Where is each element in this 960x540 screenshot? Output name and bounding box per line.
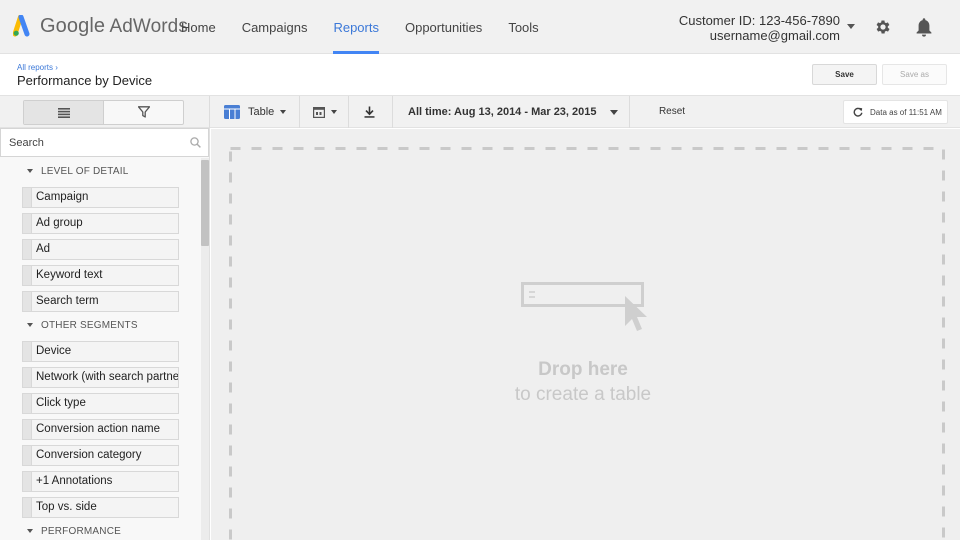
collapse-triangle-icon <box>27 323 33 327</box>
breadcrumb-all-reports[interactable]: All reports › <box>17 63 58 72</box>
collapse-triangle-icon <box>27 169 33 173</box>
nav-reports[interactable]: Reports <box>333 0 379 54</box>
view-type-dropdown[interactable]: Table <box>224 96 287 128</box>
drop-here-subtitle: to create a table <box>514 384 652 405</box>
page-title: Performance by Device <box>17 73 153 88</box>
section-title: OTHER SEGMENTS <box>41 319 138 331</box>
chevron-down-icon <box>331 110 337 114</box>
dimension-chip-conversion-category[interactable]: Conversion category <box>22 445 179 466</box>
data-as-of-label: Data as of 11:51 AM <box>870 107 942 117</box>
data-freshness-badge[interactable]: Data as of 11:51 AM <box>843 100 948 124</box>
search-icon[interactable] <box>190 137 201 148</box>
table-icon <box>224 105 240 119</box>
nav-home[interactable]: Home <box>181 0 216 54</box>
toolbar-divider <box>629 96 630 128</box>
filter-icon <box>138 106 150 118</box>
notifications-bell-icon[interactable] <box>915 17 933 37</box>
download-button[interactable] <box>364 96 375 128</box>
toolbar-divider <box>299 96 300 128</box>
dimension-chip-click-type[interactable]: Click type <box>22 393 179 414</box>
dimension-chip-plus1-annotations[interactable]: +1 Annotations <box>22 471 179 492</box>
report-canvas: Drop here to create a table <box>211 129 960 540</box>
section-other-segments[interactable]: OTHER SEGMENTS <box>27 318 138 332</box>
filters-panel-tab[interactable] <box>104 101 183 124</box>
panel-scrollbar[interactable] <box>201 158 209 540</box>
nav-campaigns[interactable]: Campaigns <box>242 0 308 54</box>
main-nav: Home Campaigns Reports Opportunities Too… <box>181 0 565 54</box>
account-email: username@gmail.com <box>709 28 840 43</box>
search-input[interactable] <box>1 129 186 156</box>
drop-zone[interactable] <box>229 147 945 540</box>
dimension-chip-conversion-action-name[interactable]: Conversion action name <box>22 419 179 440</box>
dimension-chip-device[interactable]: Device <box>22 341 179 362</box>
panel-view-toggle <box>23 100 184 125</box>
dimension-chip-network[interactable]: Network (with search partners) <box>22 367 179 388</box>
collapse-triangle-icon <box>27 529 33 533</box>
adwords-logo[interactable]: Google AdWords <box>13 13 188 39</box>
dimension-search-box <box>0 128 209 157</box>
save-button[interactable]: Save <box>812 64 877 85</box>
view-type-label: Table <box>248 106 275 118</box>
section-level-of-detail[interactable]: LEVEL OF DETAIL <box>27 164 128 178</box>
download-icon <box>364 106 375 118</box>
drop-here-title: Drop here <box>538 359 628 380</box>
gear-icon[interactable] <box>874 18 892 36</box>
account-chevron-down-icon[interactable] <box>847 24 855 29</box>
customer-id: Customer ID: 123-456-7890 <box>678 13 840 28</box>
section-performance[interactable]: PERFORMANCE <box>27 524 121 538</box>
list-icon <box>58 108 70 118</box>
report-header: All reports › Performance by Device Save… <box>0 54 960 96</box>
nav-tools[interactable]: Tools <box>508 0 538 54</box>
dimension-chip-keyword-text[interactable]: Keyword text <box>22 265 179 286</box>
section-title: PERFORMANCE <box>41 525 121 537</box>
columns-panel-tab[interactable] <box>24 101 104 124</box>
date-range-dropdown[interactable]: All time: Aug 13, 2014 - Mar 23, 2015 <box>408 96 618 128</box>
dimension-chip-top-vs-side[interactable]: Top vs. side <box>22 497 179 518</box>
top-navigation-bar: Google AdWords Home Campaigns Reports Op… <box>0 0 960 54</box>
toolbar-divider <box>209 96 210 128</box>
account-info[interactable]: Customer ID: 123-456-7890 username@gmail… <box>679 13 840 43</box>
logo-google-text: Google <box>40 14 106 37</box>
adwords-logo-icon <box>13 15 30 37</box>
toolbar-divider <box>392 96 393 128</box>
chevron-down-icon <box>280 110 287 114</box>
compare-date-dropdown[interactable] <box>313 96 337 128</box>
refresh-icon <box>853 107 863 117</box>
toolbar-divider <box>348 96 349 128</box>
scrollbar-thumb[interactable] <box>201 160 209 246</box>
dimension-chip-search-term[interactable]: Search term <box>22 291 179 312</box>
nav-opportunities[interactable]: Opportunities <box>405 0 482 54</box>
save-as-button[interactable]: Save as <box>882 64 947 85</box>
logo-product-text: AdWords <box>109 15 188 37</box>
reset-button[interactable]: Reset <box>640 100 704 124</box>
dimensions-panel: LEVEL OF DETAIL Campaign Ad group Ad Key… <box>0 128 210 540</box>
section-title: LEVEL OF DETAIL <box>41 165 129 177</box>
chevron-down-icon <box>609 109 618 115</box>
report-toolbar: Table All time: Aug 13, 2014 - Mar 23, 2… <box>0 96 960 128</box>
dimension-chip-ad-group[interactable]: Ad group <box>22 213 179 234</box>
calendar-icon <box>313 107 325 118</box>
dimension-chip-campaign[interactable]: Campaign <box>22 187 179 208</box>
dimension-chip-ad[interactable]: Ad <box>22 239 179 260</box>
drag-table-illustration-icon <box>521 282 647 331</box>
date-range-label: All time: Aug 13, 2014 - Mar 23, 2015 <box>408 106 597 118</box>
